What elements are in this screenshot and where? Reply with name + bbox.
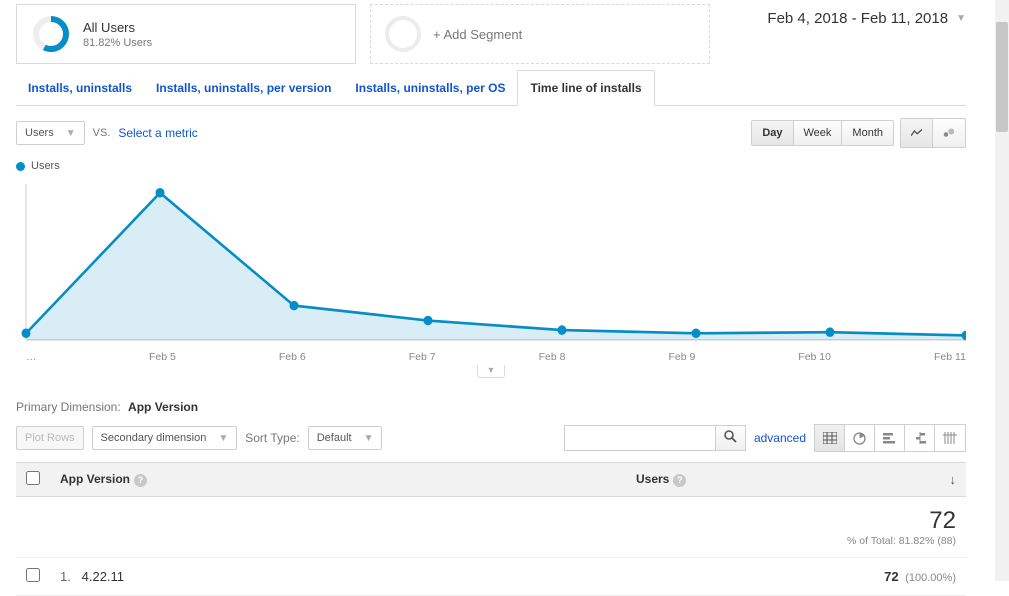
table-search xyxy=(564,425,746,451)
tab-installs-uninstalls[interactable]: Installs, uninstalls xyxy=(16,71,144,105)
caret-down-icon: ▼ xyxy=(66,128,76,139)
vs-label: VS. xyxy=(93,127,111,139)
granularity-week[interactable]: Week xyxy=(794,121,843,145)
line-chart-icon[interactable] xyxy=(901,119,933,147)
select-metric-link[interactable]: Select a metric xyxy=(118,126,197,140)
performance-view-icon[interactable] xyxy=(875,425,905,451)
tab-installs-per-os[interactable]: Installs, uninstalls, per OS xyxy=(343,71,517,105)
table-view-group xyxy=(814,424,966,452)
magnifier-icon xyxy=(724,430,737,443)
chart-x-axis: … Feb 5 Feb 6 Feb 7 Feb 8 Feb 9 Feb 10 F… xyxy=(16,351,966,363)
caret-down-icon: ▼ xyxy=(956,13,966,24)
summary-subtext: % of Total: 81.82% (88) xyxy=(636,535,956,547)
table-summary-row: 72 % of Total: 81.82% (88) xyxy=(16,497,966,558)
segment-title: All Users xyxy=(83,20,152,35)
plot-rows-button: Plot Rows xyxy=(16,426,84,450)
segment-all-users[interactable]: All Users 81.82% Users xyxy=(16,4,356,64)
tab-timeline[interactable]: Time line of installs xyxy=(517,70,654,106)
scrollbar-thumb[interactable] xyxy=(996,22,1008,132)
primary-dimension: Primary Dimension: App Version xyxy=(16,378,966,414)
date-range-text: Feb 4, 2018 - Feb 11, 2018 xyxy=(767,10,948,27)
segment-subtitle: 81.82% Users xyxy=(83,37,152,49)
legend-label: Users xyxy=(31,160,60,172)
col-header-users[interactable]: Users? ↓ xyxy=(626,463,966,497)
sort-type-label: Sort Type: xyxy=(245,431,299,445)
timeline-chart[interactable] xyxy=(16,180,966,345)
data-table-view-icon[interactable] xyxy=(815,425,845,451)
pivot-view-icon[interactable] xyxy=(935,425,965,451)
secondary-dimension-dropdown[interactable]: Secondary dimension ▼ xyxy=(92,426,238,450)
search-button[interactable] xyxy=(715,426,745,450)
date-range-picker[interactable]: Feb 4, 2018 - Feb 11, 2018 ▼ xyxy=(767,4,966,27)
donut-partial-icon xyxy=(31,14,71,54)
row-name: 4.22.11 xyxy=(82,569,124,584)
comparison-view-icon[interactable] xyxy=(905,425,935,451)
legend-dot-icon xyxy=(16,162,25,171)
primary-metric-dropdown[interactable]: Users ▼ xyxy=(16,121,85,145)
primary-metric-label: Users xyxy=(25,127,54,139)
col-header-app-version[interactable]: App Version? xyxy=(50,463,626,497)
primary-dimension-value[interactable]: App Version xyxy=(128,400,198,414)
expand-chart-caret-icon[interactable]: ▾ xyxy=(477,365,504,378)
add-segment-label: + Add Segment xyxy=(433,27,522,42)
granularity-month[interactable]: Month xyxy=(842,121,893,145)
tab-installs-per-version[interactable]: Installs, uninstalls, per version xyxy=(144,71,343,105)
advanced-link[interactable]: advanced xyxy=(754,431,806,445)
row-pct: (100.00%) xyxy=(905,572,956,584)
circle-outline-icon xyxy=(385,16,421,52)
tabs: Installs, uninstalls Installs, uninstall… xyxy=(16,70,966,106)
pie-chart-view-icon[interactable] xyxy=(845,425,875,451)
chart-type-group xyxy=(900,118,966,148)
help-icon[interactable]: ? xyxy=(673,474,686,487)
select-all-checkbox[interactable] xyxy=(26,471,40,485)
row-index: 1. xyxy=(60,569,78,584)
chart-legend: Users xyxy=(16,160,966,180)
table-row[interactable]: 1. 4.22.11 72 (100.00%) xyxy=(16,558,966,596)
caret-down-icon: ▼ xyxy=(364,433,374,444)
motion-chart-icon[interactable] xyxy=(933,119,965,147)
sort-type-dropdown[interactable]: Default ▼ xyxy=(308,426,383,450)
search-input[interactable] xyxy=(565,426,715,450)
help-icon[interactable]: ? xyxy=(134,474,147,487)
caret-down-icon: ▼ xyxy=(218,433,228,444)
sort-desc-icon: ↓ xyxy=(950,472,957,487)
add-segment-card[interactable]: + Add Segment xyxy=(370,4,710,64)
row-checkbox[interactable] xyxy=(26,568,40,582)
row-value: 72 xyxy=(884,569,898,584)
summary-value: 72 xyxy=(929,507,956,534)
granularity-group: Day Week Month xyxy=(751,120,894,146)
data-table: App Version? Users? ↓ 72 % of Total: 81.… xyxy=(16,462,966,596)
granularity-day[interactable]: Day xyxy=(752,121,793,145)
vertical-scrollbar[interactable] xyxy=(995,0,1009,581)
